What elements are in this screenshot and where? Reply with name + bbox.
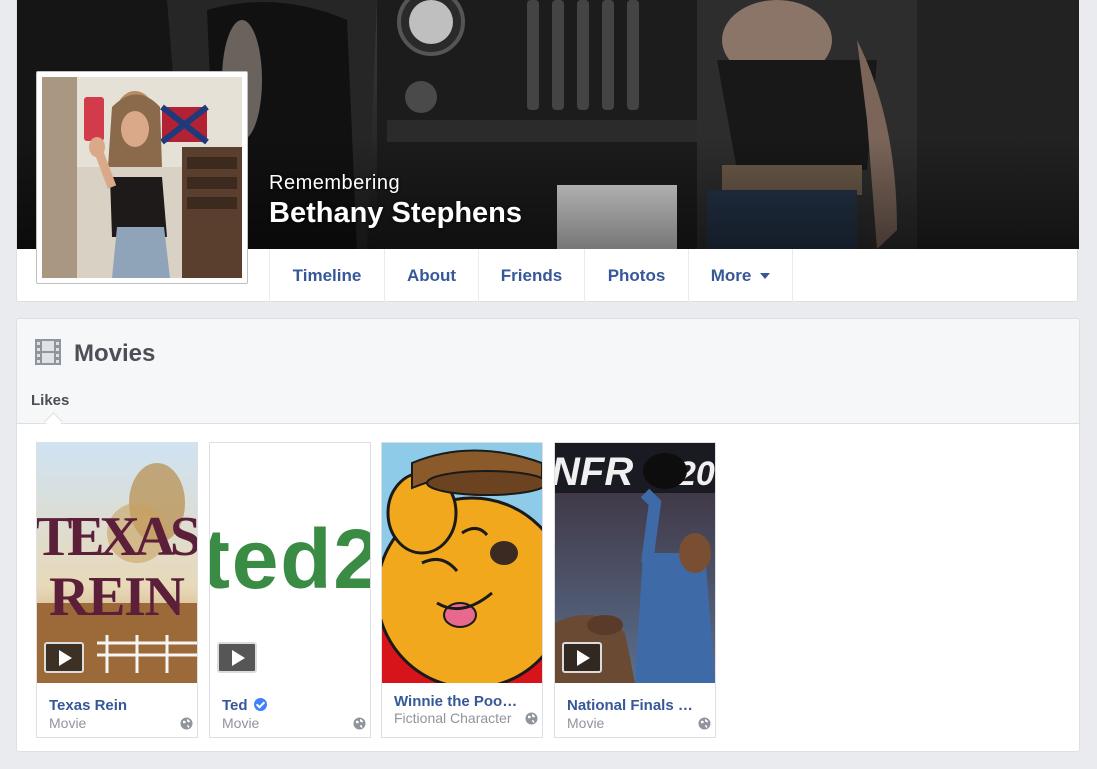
play-icon[interactable]: [44, 642, 84, 673]
globe-icon: [353, 717, 366, 730]
svg-text:NFR: NFR: [555, 450, 633, 494]
verified-badge-icon: [253, 698, 267, 711]
verified-badge-icon: [517, 694, 524, 707]
film-icon: [35, 339, 61, 365]
character-title-text: Winnie the Pooh: [394, 693, 512, 710]
character-thumbnail[interactable]: [382, 443, 542, 683]
profile-nav: Timeline About Friends Photos More: [269, 249, 793, 302]
movie-title-text: Ted: [222, 697, 248, 714]
tab-about[interactable]: About: [385, 249, 479, 302]
movie-title[interactable]: Ted: [222, 697, 352, 714]
play-icon[interactable]: [562, 642, 602, 673]
movie-tile[interactable]: NFR 20 National Finals R... Movie: [554, 442, 716, 738]
character-category: Fictional Character: [394, 710, 512, 726]
svg-text:REIN: REIN: [49, 566, 185, 628]
profile-picture[interactable]: [36, 71, 248, 284]
tab-likes[interactable]: Likes: [31, 392, 69, 409]
svg-text:ted2: ted2: [210, 512, 370, 606]
tab-more[interactable]: More: [689, 249, 793, 302]
movie-thumbnail[interactable]: NFR 20: [555, 443, 715, 683]
globe-icon: [525, 712, 538, 725]
character-tile[interactable]: Winnie the Pooh Fictional Character: [381, 442, 543, 738]
movie-title[interactable]: Texas Rein: [49, 697, 179, 714]
tab-timeline[interactable]: Timeline: [270, 249, 385, 302]
tab-friends-label: Friends: [500, 265, 563, 285]
tab-photos[interactable]: Photos: [585, 249, 689, 302]
tab-photos-label: Photos: [607, 265, 666, 285]
movie-title[interactable]: National Finals R...: [567, 697, 697, 714]
movie-tile[interactable]: TEXAS REIN Texas Rein Movie: [36, 442, 198, 738]
tab-more-label: More: [710, 265, 752, 285]
tab-friends[interactable]: Friends: [479, 249, 585, 302]
movie-category: Movie: [567, 715, 605, 731]
movie-category: Movie: [49, 715, 87, 731]
svg-text:TEXAS: TEXAS: [37, 506, 197, 568]
profile-name[interactable]: Bethany Stephens: [269, 197, 522, 230]
play-icon[interactable]: [217, 642, 257, 673]
active-tab-pointer: [44, 412, 63, 431]
movie-tile[interactable]: ted2 Ted Movie: [209, 442, 371, 738]
movies-section-header: Movies Likes: [17, 319, 1079, 431]
movie-category: Movie: [222, 715, 260, 731]
memorial-label: Remembering: [269, 172, 401, 194]
tab-about-label: About: [406, 265, 457, 285]
globe-icon: [180, 717, 193, 730]
caret-down-icon: [760, 272, 771, 279]
section-title[interactable]: Movies: [74, 340, 155, 368]
movie-thumbnail[interactable]: TEXAS REIN: [37, 443, 197, 683]
tab-timeline-label: Timeline: [292, 265, 362, 285]
character-title[interactable]: Winnie the Pooh: [394, 693, 524, 710]
movies-section: Movies Likes TEXAS REIN Texas Rein Movie…: [16, 318, 1080, 752]
globe-icon: [698, 717, 711, 730]
profile-header: Remembering Bethany Stephens Timeline Ab…: [16, 0, 1079, 302]
movie-thumbnail[interactable]: ted2: [210, 443, 370, 683]
